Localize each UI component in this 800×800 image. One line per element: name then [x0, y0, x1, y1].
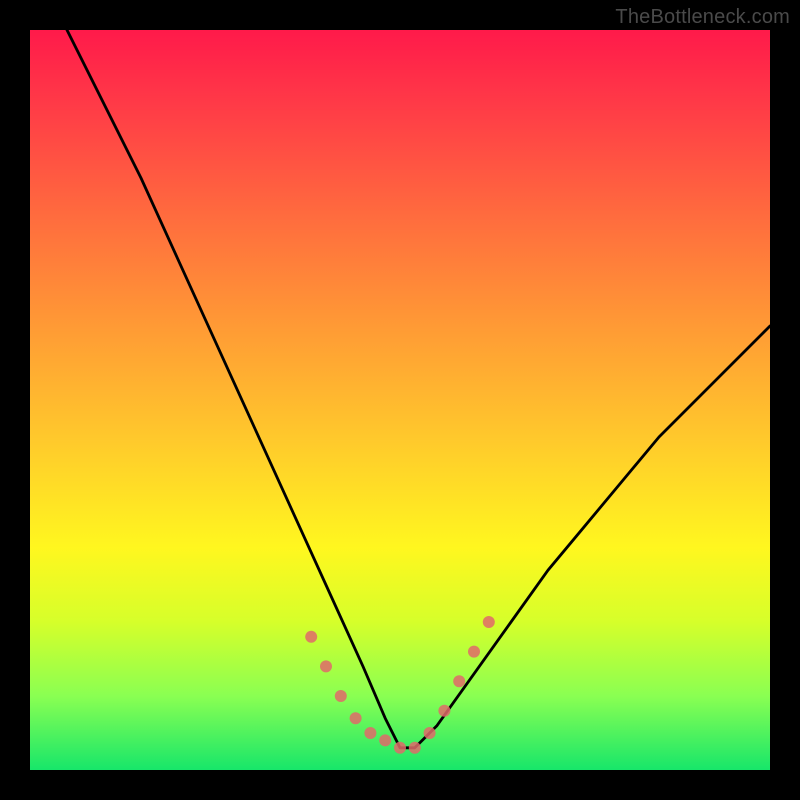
bottleneck-curve — [30, 30, 770, 748]
marker-dot — [335, 690, 347, 702]
marker-dot — [424, 727, 436, 739]
plot-area — [30, 30, 770, 770]
marker-dot — [468, 646, 480, 658]
marker-dot — [350, 712, 362, 724]
marker-dot — [483, 616, 495, 628]
marker-dot — [438, 705, 450, 717]
marker-dot — [409, 742, 421, 754]
marker-dot — [305, 631, 317, 643]
chart-frame: TheBottleneck.com — [0, 0, 800, 800]
marker-dot — [379, 734, 391, 746]
attribution-label: TheBottleneck.com — [615, 6, 790, 29]
marker-dot — [320, 660, 332, 672]
marker-dot — [453, 675, 465, 687]
marker-dot — [364, 727, 376, 739]
marker-dot — [394, 742, 406, 754]
curve-svg — [30, 30, 770, 770]
